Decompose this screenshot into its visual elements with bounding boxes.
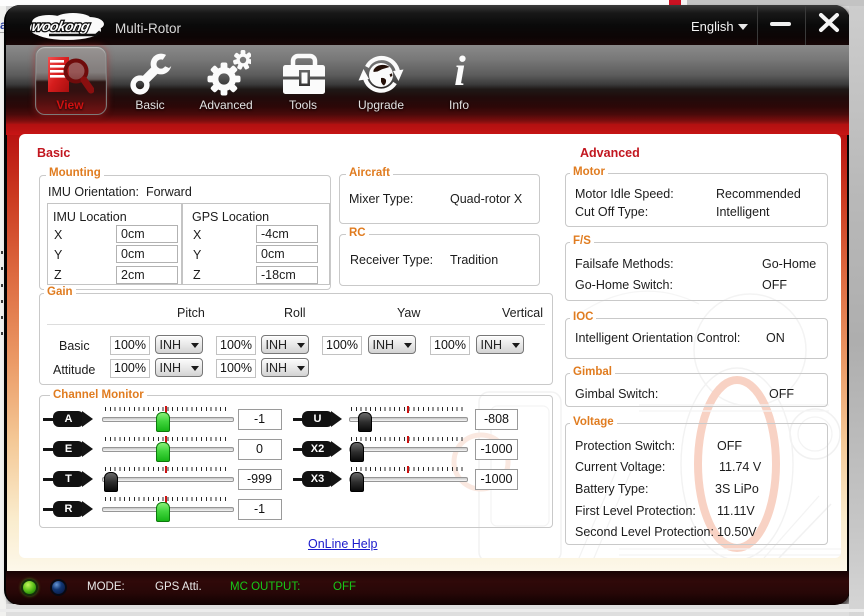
svg-text:wookong: wookong bbox=[30, 18, 91, 34]
